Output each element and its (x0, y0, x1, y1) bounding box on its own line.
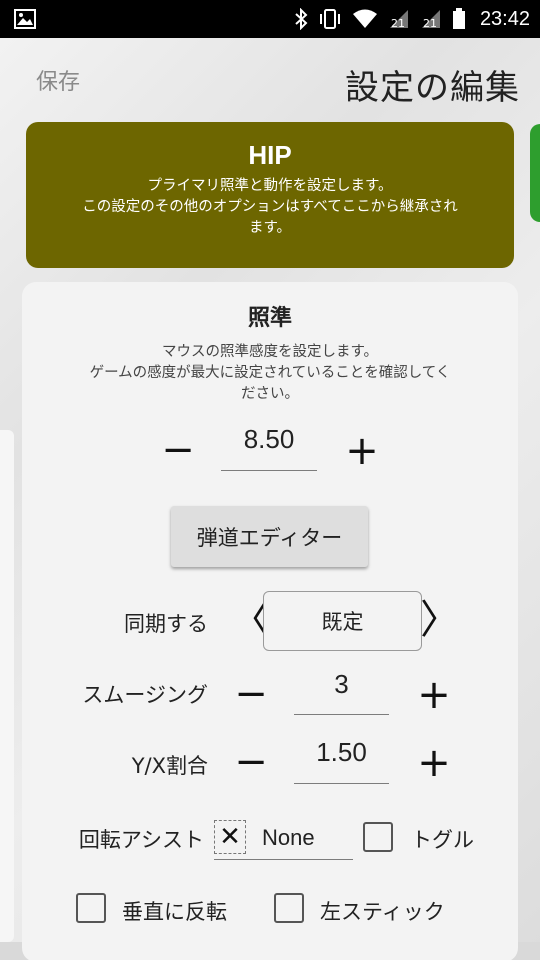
wifi-icon (352, 0, 378, 38)
sensitivity-increase-button[interactable]: + (342, 431, 382, 471)
yx-ratio-label: Y/X割合 (131, 754, 208, 778)
sim1-signal-icon: 21 (388, 0, 410, 38)
sim2-signal-icon: 21 (420, 0, 442, 38)
aim-description-line: ださい。 (241, 386, 299, 402)
aim-description-line: マウスの照準感度を設定します。 (161, 344, 379, 360)
save-button[interactable]: 保存 (36, 64, 80, 96)
sync-label: 同期する (124, 612, 208, 636)
yx-ratio-decrease-button[interactable]: − (231, 742, 271, 782)
hip-title: HIP (248, 140, 292, 170)
bluetooth-icon (294, 0, 308, 38)
sim1-badge: 21 (391, 17, 405, 30)
toggle-checkbox[interactable] (363, 822, 393, 852)
hip-description: プライマリ照準と動作を設定します。 この設定のその他のオプションはすべてここから… (26, 176, 514, 239)
smoothing-decrease-button[interactable]: − (231, 674, 271, 714)
smoothing-value-field[interactable]: 3 (294, 669, 389, 715)
clock: 23:42 (479, 7, 530, 30)
invert-vertical-label: 垂直に反転 (122, 900, 227, 924)
status-bar: 21 21 23:42 (0, 0, 540, 38)
aim-title: 照準 (247, 306, 292, 331)
sync-selector[interactable]: 既定 (263, 591, 422, 651)
sim2-badge: 21 (423, 17, 437, 30)
rotation-assist-label: 回転アシスト (78, 828, 204, 852)
toggle-label: トグル (411, 828, 474, 852)
left-stick-label: 左スティック (320, 900, 445, 924)
hip-description-line: プライマリ照準と動作を設定します。 (147, 178, 393, 194)
battery-icon (452, 0, 466, 38)
hip-description-line: この設定のその他のオプションはすべてここから継承され (82, 199, 458, 215)
vibrate-icon (318, 0, 342, 38)
smoothing-label: スムージング (82, 683, 208, 707)
ballistic-editor-button[interactable]: 弾道エディター (171, 506, 368, 567)
sensitivity-value-field[interactable]: 8.50 (221, 424, 317, 471)
hip-description-line: ます。 (248, 220, 292, 236)
next-card-edge[interactable] (530, 124, 540, 222)
aim-description: マウスの照準感度を設定します。 ゲームの感度が最大に設定されていることを確認して… (40, 342, 500, 405)
smoothing-increase-button[interactable]: + (414, 675, 454, 715)
yx-ratio-increase-button[interactable]: + (414, 743, 454, 783)
page-title: 設定の編集 (345, 68, 520, 108)
aim-description-line: ゲームの感度が最大に設定されていることを確認してく (89, 365, 451, 381)
sync-next-chevron-icon[interactable]: 〉 (420, 600, 460, 640)
image-notification-icon (14, 9, 36, 29)
invert-vertical-checkbox[interactable] (76, 893, 106, 923)
left-stick-checkbox[interactable] (274, 893, 304, 923)
yx-ratio-value-field[interactable]: 1.50 (294, 737, 389, 784)
hip-card[interactable]: HIP プライマリ照準と動作を設定します。 この設定のその他のオプションはすべて… (26, 122, 514, 268)
sensitivity-decrease-button[interactable]: − (158, 430, 198, 470)
close-icon[interactable]: ✕ (214, 820, 246, 854)
background-left-panel (0, 430, 14, 942)
rotation-assist-value: None (262, 825, 315, 850)
